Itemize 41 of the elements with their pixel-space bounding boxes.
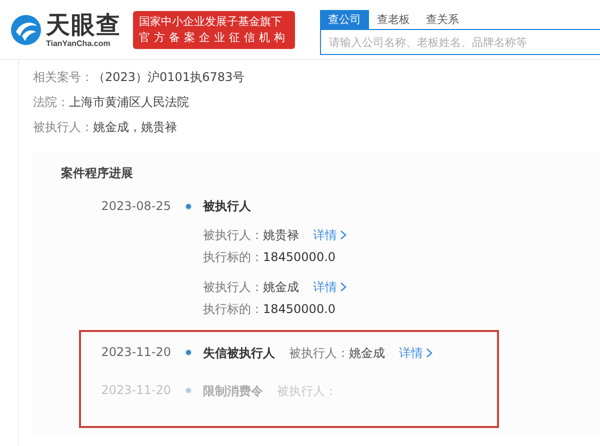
person-name: 姚金成 bbox=[349, 345, 385, 362]
field-label: 被执行人： bbox=[203, 227, 263, 244]
amount-value: 18450000.0 bbox=[263, 301, 336, 318]
event-date: 2023-11-20 bbox=[100, 344, 171, 361]
chevron-icon bbox=[340, 230, 347, 240]
search-tab[interactable]: 查老板 bbox=[369, 10, 418, 29]
eye-logo-icon bbox=[10, 14, 42, 46]
timeline-dot bbox=[186, 350, 191, 355]
event-title: 失信被执行人 bbox=[203, 345, 275, 362]
info-label: 法院： bbox=[33, 94, 69, 111]
field-label: 执行标的： bbox=[203, 249, 263, 266]
chevron-icon bbox=[340, 282, 347, 292]
person-name: 姚金成 bbox=[263, 279, 299, 296]
slogan-text: 官方备案企业征信机构 bbox=[139, 30, 289, 46]
field-label: 被执行人： bbox=[289, 345, 349, 362]
timeline-dot bbox=[186, 388, 191, 393]
info-label: 被执行人： bbox=[33, 119, 93, 136]
details-link[interactable]: 详情 bbox=[399, 342, 433, 364]
section-title: 案件程序进展 bbox=[61, 165, 134, 182]
event-date: 2023-11-20 bbox=[100, 382, 171, 399]
search-tab[interactable]: 查公司 bbox=[320, 10, 369, 29]
logo-name: 天眼查 bbox=[46, 11, 121, 39]
search-tab[interactable]: 查关系 bbox=[418, 10, 467, 29]
info-value: 姚金成，姚贵禄 bbox=[93, 119, 177, 136]
event-title: 限制消费令 bbox=[203, 383, 263, 400]
search-field[interactable]: 请输入公司名称、老板姓名、品牌名称等 bbox=[320, 29, 600, 55]
event-date: 2023-08-25 bbox=[100, 198, 171, 215]
details-link[interactable]: 详情 bbox=[313, 276, 347, 298]
details-link[interactable]: 详情 bbox=[313, 224, 347, 246]
info-value: （2023）沪0101执6783号 bbox=[93, 69, 245, 86]
logo-domain: TianYanCha.com bbox=[46, 39, 112, 48]
event-title: 被执行人 bbox=[203, 198, 252, 215]
slogan-text: 国家中小企业发展子基金旗下 bbox=[139, 14, 283, 30]
timeline-dot bbox=[186, 204, 191, 209]
field-label: 执行标的： bbox=[203, 301, 263, 318]
field-label: 被执行人： bbox=[203, 279, 263, 296]
chevron-icon bbox=[426, 348, 433, 358]
amount-value: 18450000.0 bbox=[263, 249, 336, 266]
person-name: 姚贵禄 bbox=[263, 227, 299, 244]
info-value: 上海市黄浦区人民法院 bbox=[69, 94, 189, 111]
info-label: 相关案号： bbox=[33, 69, 93, 86]
